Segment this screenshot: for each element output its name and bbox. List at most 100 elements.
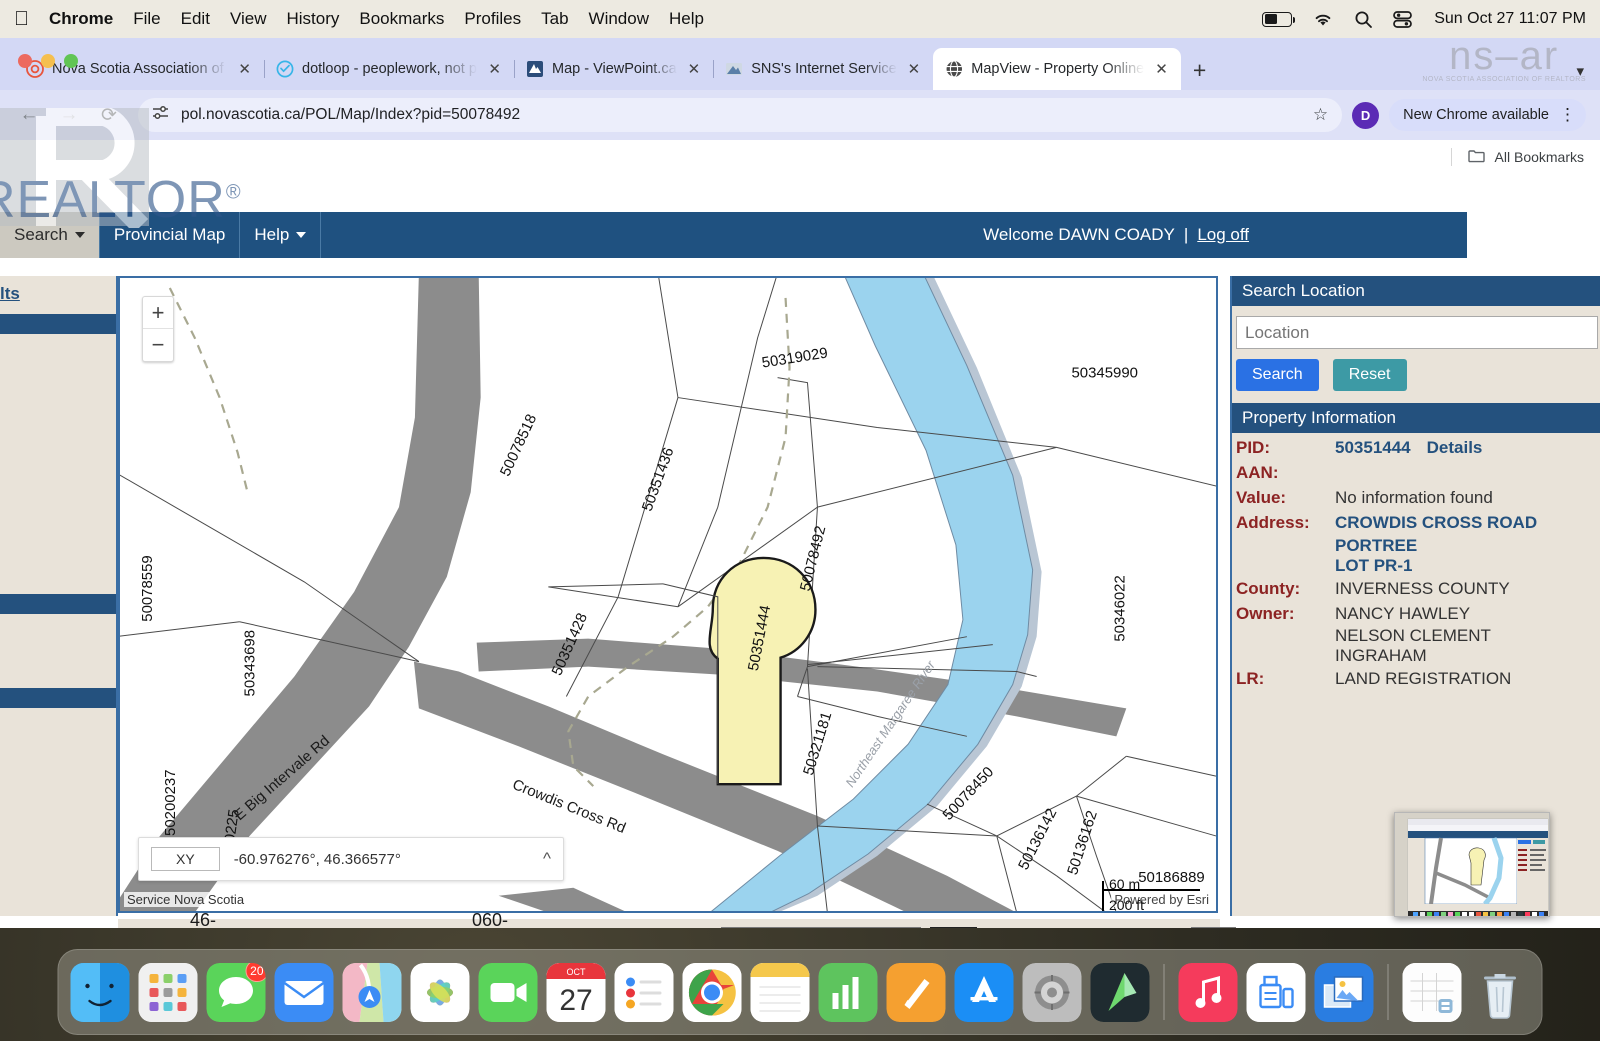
new-tab-button[interactable]: + [1181,59,1218,90]
tab-close-icon[interactable]: ✕ [485,60,504,78]
dock-launchpad[interactable] [138,962,198,1022]
menu-tab[interactable]: Tab [541,9,568,29]
chrome-window: Nova Scotia Association of Re ✕ dotloop … [0,38,1600,928]
address-bar[interactable]: pol.novascotia.ca/POL/Map/Index?pid=5007… [138,98,1343,132]
menu-window[interactable]: Window [589,9,649,29]
chevron-up-icon[interactable]: ^ [543,849,551,869]
property-row-lr: LR: LAND REGISTRATION [1232,666,1600,691]
tab-close-icon[interactable]: ✕ [1152,60,1171,78]
tab-close-icon[interactable]: ✕ [235,60,254,78]
map-status-bar: Lat: 46-21-060N Long: 060-58-035W Scale:… [118,910,1236,928]
property-value-address[interactable]: CROWDIS CROSS ROAD [1335,510,1537,535]
dock-facetime[interactable] [478,962,538,1022]
tab-sns-internet-service[interactable]: SNS's Internet Service ✕ [713,48,935,90]
property-details-link[interactable]: Details [1427,435,1483,460]
chevron-down-icon [74,232,85,238]
tab-dotloop[interactable]: dotloop - peoplework, not pa ✕ [264,48,515,90]
site-settings-icon[interactable] [152,105,169,125]
screenshot-thumbnail[interactable] [1394,812,1550,917]
tab-search-chevron-down-icon[interactable]: ▾ [1576,62,1600,90]
apple-logo-icon[interactable]:  [14,9,29,29]
close-window-button[interactable] [18,54,32,68]
wifi-icon[interactable] [1312,11,1334,28]
dock-numbers[interactable] [818,962,878,1022]
chrome-update-button[interactable]: New Chrome available ⋮ [1389,99,1586,131]
dock-sketchup[interactable] [1090,962,1150,1022]
lat-group: Lat: 46-21-060N [148,910,233,928]
property-value-county: INVERNESS COUNTY [1335,578,1510,598]
search-results-link[interactable]: Search Results [0,276,116,310]
window-controls[interactable] [18,54,78,68]
nav-help[interactable]: Help [240,212,322,258]
dock-freeform[interactable] [886,962,946,1022]
dock-finder[interactable] [70,962,130,1022]
tab-label: Map - ViewPoint.ca [552,61,677,77]
zoom-in-button[interactable]: + [143,297,173,329]
minimize-window-button[interactable] [41,54,55,68]
chrome-menu-icon[interactable]: ⋮ [1559,106,1576,123]
long-group: Long: 060-58-035W [413,910,519,928]
reload-icon[interactable]: ⟳ [94,100,124,130]
dock-trash[interactable] [1471,963,1530,1022]
dotloop-icon [276,60,294,78]
tab-mapview-property-online[interactable]: MapView - Property Online ✕ [933,48,1181,90]
bookmark-star-icon[interactable]: ☆ [1313,105,1328,125]
maximize-window-button[interactable] [64,54,78,68]
map-canvas[interactable]: 50343698 50078559 50200237 50078518 5031… [120,278,1216,913]
control-center-icon[interactable] [1393,10,1413,28]
dock-chrome[interactable] [682,962,742,1022]
xy-coordinate-widget[interactable]: XY -60.976276°, 46.366577° ^ [138,837,564,881]
menu-chrome[interactable]: Chrome [49,9,113,29]
url-text[interactable]: pol.novascotia.ca/POL/Map/Index?pid=5007… [181,106,1301,124]
menu-history[interactable]: History [286,9,339,29]
dock-app-store[interactable] [954,962,1014,1022]
search-button[interactable]: Search [1236,359,1319,391]
property-value-pid[interactable]: 50351444 [1335,435,1411,460]
tab-close-icon[interactable]: ✕ [685,60,704,78]
location-search-input[interactable] [1236,316,1598,349]
xy-mode-button[interactable]: XY [151,847,220,871]
zoom-level-select[interactable]: 16 [1190,926,1236,928]
property-label-value: Value: [1236,488,1287,508]
parcel-label-50078559: 50078559 [139,555,156,621]
reset-button[interactable]: Reset [1332,359,1407,391]
dock-photos[interactable] [410,962,470,1022]
menu-profiles[interactable]: Profiles [464,9,521,29]
logoff-link[interactable]: Log off [1197,225,1249,245]
nav-search[interactable]: Search [0,212,100,258]
parcel-map[interactable]: 50343698 50078559 50200237 50078518 5031… [118,276,1218,913]
menu-help[interactable]: Help [669,9,704,29]
search-icon[interactable] [1354,10,1373,29]
dock-reminders[interactable] [614,962,674,1022]
all-bookmarks-label[interactable]: All Bookmarks [1495,149,1584,165]
dock-messages[interactable]: 20 [206,962,266,1022]
dock-music[interactable] [1178,962,1238,1022]
dock-downloads[interactable] [1402,962,1462,1022]
scale-input[interactable] [721,926,922,928]
go-button[interactable]: Go [930,926,977,928]
profile-avatar[interactable]: D [1352,101,1380,129]
property-label-address: Address: [1236,513,1310,533]
dock-printer[interactable] [1246,962,1306,1022]
battery-icon[interactable] [1262,11,1296,27]
dock-system-settings[interactable] [1022,962,1082,1022]
menubar-clock[interactable]: Sun Oct 27 11:07 PM [1434,10,1586,28]
dock-mail[interactable] [274,962,334,1022]
menu-file[interactable]: File [133,9,160,29]
menu-bookmarks[interactable]: Bookmarks [359,9,444,29]
tab-map-viewpoint[interactable]: Map - ViewPoint.ca ✕ [514,48,715,90]
menu-edit[interactable]: Edit [181,9,210,29]
dock-calendar[interactable]: OCT 27 [546,962,606,1022]
tab-close-icon[interactable]: ✕ [905,60,924,78]
dock-preview[interactable] [1314,962,1374,1022]
forward-arrow-icon[interactable]: → [54,100,84,130]
long-value: 060-58-035W [472,910,509,928]
nav-provincial-map[interactable]: Provincial Map [100,212,241,258]
parcel-label-50343698: 50343698 [242,630,259,696]
dock-notes[interactable] [750,962,810,1022]
menu-view[interactable]: View [230,9,267,29]
map-zoom-control[interactable]: + − [142,296,174,362]
back-arrow-icon[interactable]: ← [14,100,44,130]
dock-maps[interactable] [342,962,402,1022]
zoom-out-button[interactable]: − [143,329,173,361]
